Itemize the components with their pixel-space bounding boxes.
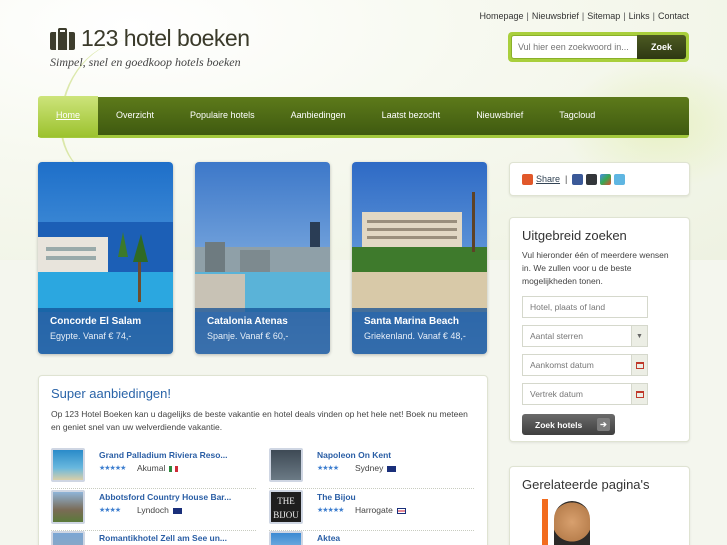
top-link-homepage[interactable]: Homepage	[479, 11, 523, 21]
arrow-right-icon: ➔	[597, 418, 610, 431]
nav-home[interactable]: Home	[38, 95, 99, 137]
related-pages-title: Gerelateerde pagina's	[522, 477, 650, 492]
rating-stars: ★★★★	[99, 507, 121, 514]
featured-hotel-name: Concorde El Salam	[50, 316, 142, 327]
australia-flag-icon	[172, 507, 182, 514]
calendar-icon[interactable]	[631, 384, 647, 404]
deal-thumb[interactable]	[51, 448, 85, 482]
site-logo[interactable]: 123 hotel boeken Simpel, snel en goedkoo…	[50, 25, 250, 70]
deal-item[interactable]: Romantikhotel Zell am See un...	[51, 531, 256, 545]
deal-thumb[interactable]	[51, 531, 85, 545]
deal-name[interactable]: Romantikhotel Zell am See un...	[99, 533, 227, 543]
calendar-icon[interactable]	[631, 355, 647, 375]
deal-item[interactable]: Napoleon On Kent ★★★★ Sydney	[269, 448, 474, 489]
advanced-search-description: Vul hieronder één of meerdere wensen in.…	[522, 250, 669, 286]
top-link-links[interactable]: Links	[629, 11, 650, 21]
logo-tagline: Simpel, snel en goedkoop hotels boeken	[50, 55, 241, 69]
deal-location: Akumal	[137, 463, 166, 473]
deal-thumb[interactable]	[269, 448, 303, 482]
featured-hotel-card[interactable]: Catalonia Atenas Spanje. Vanaf € 60,-	[195, 162, 330, 354]
top-link-sitemap[interactable]: Sitemap	[587, 11, 620, 21]
deal-name[interactable]: Abbotsford Country House Bar...	[99, 492, 231, 502]
featured-hotel-card[interactable]: Santa Marina Beach Griekenland. Vanaf € …	[352, 162, 487, 354]
header-search: Zoek	[508, 32, 689, 62]
related-thumb-image[interactable]	[554, 501, 590, 545]
mexico-flag-icon	[169, 465, 179, 472]
uk-flag-icon	[396, 507, 406, 514]
related-pages-panel: Gerelateerde pagina's	[509, 466, 690, 545]
nav-aanbiedingen[interactable]: Aanbiedingen	[273, 96, 364, 137]
nav-overzicht[interactable]: Overzicht	[98, 96, 172, 137]
advanced-search-panel: Uitgebreid zoeken Vul hieronder één of m…	[509, 217, 690, 442]
deal-location: Harrogate	[355, 505, 393, 515]
featured-hotel-name: Santa Marina Beach	[364, 316, 460, 327]
deal-item[interactable]: Grand Palladium Riviera Reso... ★★★★★ Ak…	[51, 448, 256, 489]
deal-item[interactable]: Abbotsford Country House Bar... ★★★★ Lyn…	[51, 490, 256, 531]
suitcase-icon	[50, 27, 75, 50]
deal-item[interactable]: Aktea	[269, 531, 474, 545]
featured-hotel-price: Griekenland. Vanaf € 48,-	[364, 331, 466, 341]
featured-hotel-price: Spanje. Vanaf € 60,-	[207, 331, 289, 341]
deal-thumb[interactable]	[51, 490, 85, 524]
deals-title: Super aanbiedingen!	[51, 386, 171, 401]
top-links: Homepage | Nieuwsbrief | Sitemap | Links | Conta…	[479, 11, 689, 21]
deal-thumb[interactable]	[269, 531, 303, 545]
nav-tagcloud[interactable]: Tagcloud	[541, 96, 613, 137]
deals-panel: Super aanbiedingen! Op 123 Hotel Boeken …	[38, 375, 488, 545]
share-link[interactable]: Share	[536, 174, 560, 184]
deal-item[interactable]: THE BIJOU The Bijou ★★★★★ Harrogate	[269, 490, 474, 531]
advanced-search-title: Uitgebreid zoeken	[522, 228, 627, 243]
rating-stars: ★★★★★	[317, 507, 344, 514]
nav-laatst-bezocht[interactable]: Laatst bezocht	[364, 96, 459, 137]
featured-hotel-name: Catalonia Atenas	[207, 316, 288, 327]
deal-location: Sydney	[355, 463, 384, 473]
featured-hotel-card[interactable]: Concorde El Salam Egypte. Vanaf € 74,-	[38, 162, 173, 354]
featured-hotel-price: Egypte. Vanaf € 74,-	[50, 331, 132, 341]
share-panel: Share |	[509, 162, 690, 196]
chevron-down-icon: ▼	[631, 326, 647, 346]
deal-name[interactable]: Grand Palladium Riviera Reso...	[99, 450, 228, 460]
deal-thumb[interactable]: THE BIJOU	[269, 490, 303, 524]
main-nav: Home Overzicht Populaire hotels Aanbiedi…	[38, 95, 689, 138]
deals-intro: Op 123 Hotel Boeken kan u dagelijks de b…	[51, 409, 468, 432]
rating-stars: ★★★★★	[99, 465, 126, 472]
departure-date-field[interactable]: Vertrek datum	[522, 383, 648, 405]
arrival-date-field[interactable]: Aankomst datum	[522, 354, 648, 376]
google-icon[interactable]	[600, 173, 612, 185]
search-button[interactable]: Zoek	[637, 35, 686, 59]
facebook-icon[interactable]	[572, 173, 584, 185]
deal-location: Lyndoch	[137, 505, 169, 515]
nav-populaire-hotels[interactable]: Populaire hotels	[172, 96, 273, 137]
share-separator: |	[565, 174, 568, 184]
related-thumb-accent	[542, 499, 548, 545]
nav-nieuwsbrief[interactable]: Nieuwsbrief	[458, 96, 541, 137]
deal-name[interactable]: Napoleon On Kent	[317, 450, 391, 460]
rating-stars: ★★★★	[317, 465, 339, 472]
deal-name[interactable]: Aktea	[317, 533, 340, 543]
share-plus-icon[interactable]	[522, 173, 533, 185]
logo-title: 123 hotel boeken	[81, 25, 250, 51]
myspace-icon[interactable]	[586, 173, 598, 185]
top-link-nieuwsbrief[interactable]: Nieuwsbrief	[532, 11, 579, 21]
top-link-contact[interactable]: Contact	[658, 11, 689, 21]
australia-flag-icon	[387, 465, 397, 472]
deal-name[interactable]: The Bijou	[317, 492, 356, 502]
place-field[interactable]: Hotel, plaats of land	[522, 296, 648, 318]
stars-select[interactable]: Aantal sterren ▼	[522, 325, 648, 347]
twitter-icon[interactable]	[614, 173, 626, 185]
search-hotels-button[interactable]: Zoek hotels ➔	[522, 414, 615, 435]
search-input[interactable]	[511, 35, 637, 59]
